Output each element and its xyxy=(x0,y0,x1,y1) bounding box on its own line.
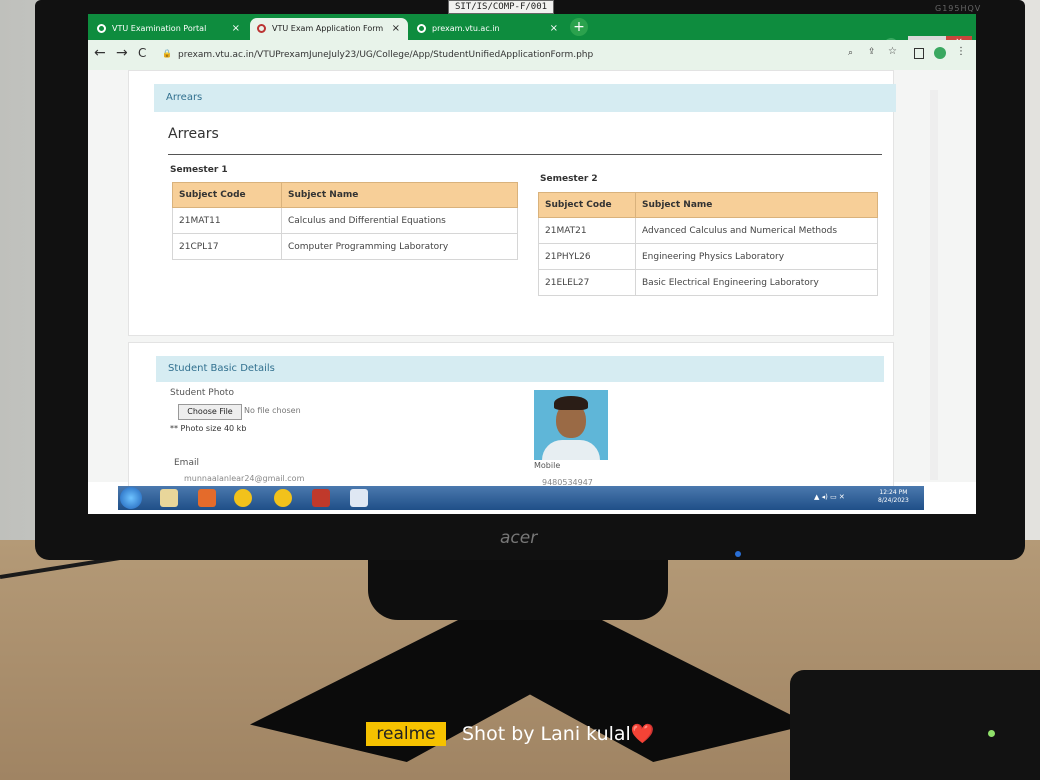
choose-file-button[interactable]: Choose File xyxy=(178,404,242,420)
tab-vtu-portal[interactable]: VTU Examination Portal × xyxy=(90,18,248,40)
student-details-header: Student Basic Details xyxy=(156,356,884,382)
arrears-panel-header: Arrears xyxy=(154,84,896,112)
page-scrollbar[interactable] xyxy=(930,90,938,480)
subject-code-cell: 21PHYL26 xyxy=(538,243,636,270)
email-label: Email xyxy=(174,458,199,468)
windows-taskbar: ▲ ◂) ▭ ✕ 12:24 PM 8/24/2023 xyxy=(118,486,924,510)
semester2-table: Subject Code Subject Name 21MAT21 Advanc… xyxy=(538,192,878,296)
subject-code-cell: 21MAT11 xyxy=(172,207,282,234)
student-photo xyxy=(534,390,608,460)
subject-name-cell: Computer Programming Laboratory xyxy=(281,233,518,260)
shirt-shape xyxy=(542,440,600,460)
tab-label: prexam.vtu.ac.in xyxy=(432,24,500,33)
tab-prexam[interactable]: prexam.vtu.ac.in × xyxy=(410,18,566,40)
sidebar-icon[interactable] xyxy=(914,48,924,59)
tab-label: VTU Examination Portal xyxy=(112,24,207,33)
close-tab-icon[interactable]: × xyxy=(232,18,240,40)
keyboard xyxy=(790,670,1040,780)
monitor-model: G195HQV xyxy=(935,4,982,13)
browser-tab-bar: VTU Examination Portal × VTU Exam Applic… xyxy=(88,14,976,52)
share-icon[interactable]: ⇪ xyxy=(868,47,876,57)
subject-name-cell: Engineering Physics Laboratory xyxy=(635,243,878,270)
column-header: Subject Code xyxy=(172,182,282,208)
student-photo-label: Student Photo xyxy=(170,388,234,398)
word-icon[interactable] xyxy=(350,489,368,507)
photo-size-note: ** Photo size 40 kb xyxy=(170,424,247,433)
email-field[interactable]: munnaalanlear24@gmail.com xyxy=(184,474,304,483)
site-favicon-icon xyxy=(97,24,106,33)
file-status: No file chosen xyxy=(244,406,301,415)
watermark-brand: realme xyxy=(366,722,446,746)
back-button[interactable]: ← xyxy=(94,45,106,61)
browser-toolbar: ← → C 🔒 prexam.vtu.ac.in/VTUPrexamJuneJu… xyxy=(88,40,976,70)
subject-name-cell: Calculus and Differential Equations xyxy=(281,207,518,234)
semester1-table: Subject Code Subject Name 21MAT11 Calcul… xyxy=(172,182,518,260)
table-row: 21ELEL27 Basic Electrical Engineering La… xyxy=(538,269,878,296)
subject-name-cell: Basic Electrical Engineering Laboratory xyxy=(635,269,878,296)
table-header-row: Subject Code Subject Name xyxy=(172,182,518,208)
table-row: 21PHYL26 Engineering Physics Laboratory xyxy=(538,243,878,270)
tray-icons[interactable]: ▲ ◂) ▭ ✕ xyxy=(814,493,845,501)
media-player-icon[interactable] xyxy=(198,489,216,507)
table-row: 21MAT11 Calculus and Differential Equati… xyxy=(172,207,518,234)
clock-time: 12:24 PM xyxy=(879,489,908,496)
table-row: 21MAT21 Advanced Calculus and Numerical … xyxy=(538,217,878,244)
close-tab-icon[interactable]: × xyxy=(392,18,400,40)
tab-exam-application[interactable]: VTU Exam Application Form × xyxy=(250,18,408,40)
explorer-icon[interactable] xyxy=(160,489,178,507)
site-favicon-icon xyxy=(257,24,266,33)
subject-code-cell: 21MAT21 xyxy=(538,217,636,244)
subject-name-cell: Advanced Calculus and Numerical Methods xyxy=(635,217,878,244)
clock-date: 8/24/2023 xyxy=(878,497,909,504)
monitor-stand-neck xyxy=(368,560,668,620)
subject-code-cell: 21CPL17 xyxy=(172,233,282,260)
semester1-title: Semester 1 xyxy=(170,165,228,175)
menu-kebab-icon[interactable]: ⋮ xyxy=(956,46,966,57)
watermark-text: Shot by Lani kulal❤️ xyxy=(462,723,655,745)
asset-label: SIT/IS/COMP-F/001 xyxy=(448,0,554,14)
monitor-brand-logo: acer xyxy=(500,528,538,548)
system-clock[interactable]: 12:24 PM 8/24/2023 xyxy=(878,489,909,505)
zoom-icon[interactable]: ⌕ xyxy=(848,48,853,58)
mobile-label: Mobile xyxy=(534,461,561,470)
hair-shape xyxy=(554,396,588,410)
table-header-row: Subject Code Subject Name xyxy=(538,192,878,218)
chrome-icon[interactable] xyxy=(274,489,292,507)
lock-icon[interactable]: 🔒 xyxy=(162,49,172,58)
column-header: Subject Name xyxy=(635,192,878,218)
monitor-screen: VTU Examination Portal × VTU Exam Applic… xyxy=(88,14,976,514)
heading-divider xyxy=(168,154,882,155)
site-favicon-icon xyxy=(417,24,426,33)
start-button[interactable] xyxy=(120,487,142,509)
keyboard-led xyxy=(988,730,995,737)
semester2-title: Semester 2 xyxy=(540,174,598,184)
bookmark-star-icon[interactable]: ☆ xyxy=(888,46,897,57)
new-tab-button[interactable]: + xyxy=(570,18,588,36)
column-header: Subject Code xyxy=(538,192,636,218)
reload-button[interactable]: C xyxy=(138,46,146,60)
tab-label: VTU Exam Application Form xyxy=(272,24,384,33)
profile-avatar-icon[interactable] xyxy=(934,47,946,59)
power-led xyxy=(735,551,741,557)
subject-code-cell: 21ELEL27 xyxy=(538,269,636,296)
arrears-heading: Arrears xyxy=(168,126,219,142)
forward-button[interactable]: → xyxy=(116,45,128,61)
column-header: Subject Name xyxy=(281,182,518,208)
page-content: Arrears Arrears Semester 1 Subject Code … xyxy=(88,70,976,494)
close-tab-icon[interactable]: × xyxy=(550,18,558,40)
wps-icon[interactable] xyxy=(312,489,330,507)
chrome-icon[interactable] xyxy=(234,489,252,507)
table-row: 21CPL17 Computer Programming Laboratory xyxy=(172,233,518,260)
